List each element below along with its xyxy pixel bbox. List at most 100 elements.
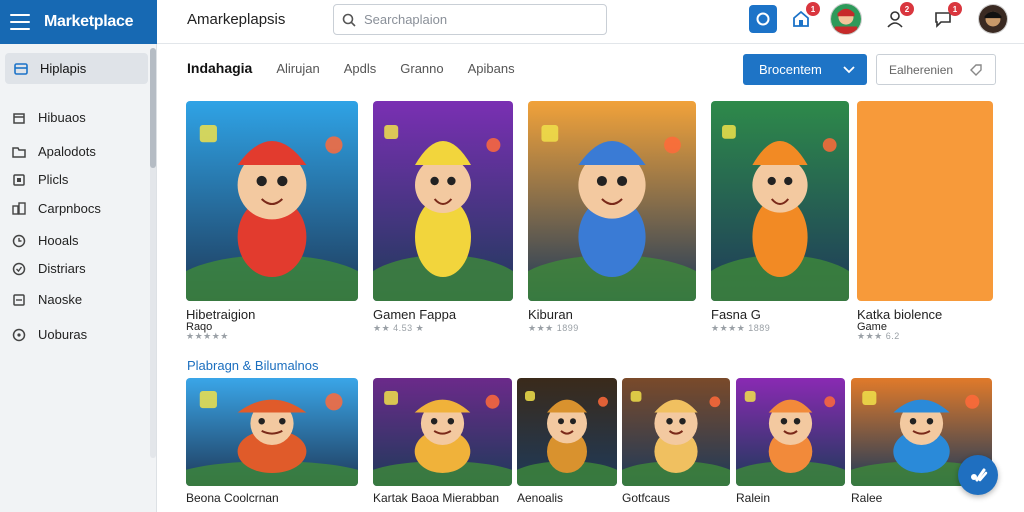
chat-icon[interactable]: 1 [929, 2, 962, 33]
help-icon [971, 468, 988, 482]
tab-5[interactable]: Apibans [468, 61, 515, 76]
tab-4[interactable]: Granno [400, 61, 443, 76]
search-icon [342, 13, 356, 27]
brand-name[interactable]: Marketplace [44, 13, 134, 31]
app-thumbnail[interactable] [711, 101, 849, 301]
app-title: Katka biolence [857, 307, 943, 322]
building-icon [12, 201, 26, 216]
account-avatar[interactable] [978, 4, 1008, 34]
tab-1[interactable]: Indahagia [187, 60, 252, 76]
app-rating: ★★ 4.53 ★ [373, 323, 424, 334]
brand-bar: Marketplace [0, 0, 157, 44]
section-card-title: Gotfcaus [622, 491, 671, 505]
app-rating: ★★★★ 1889 [711, 323, 770, 334]
sidebar-item-label: Hiplapis [40, 61, 87, 76]
check-circle-icon [12, 262, 26, 276]
app-rating: ★★★★★ [186, 331, 229, 342]
app-title: Fasna G [711, 307, 761, 322]
clock-icon [12, 234, 26, 248]
sidebar-item-label: Plicls [38, 172, 69, 187]
sidebar-item-label: Uoburas [38, 327, 88, 342]
rating-stars: ★★★ 6.2 [857, 331, 900, 341]
section-card-title: Aenoalis [517, 491, 564, 505]
section-card-title: Ralein [736, 491, 771, 505]
section-card[interactable]: Kartak Baoa Mierabban [373, 378, 512, 512]
sidebar-item-1[interactable]: Hibuaos [12, 110, 86, 125]
sidebar-item-3[interactable]: Plicls [12, 172, 68, 187]
app-card[interactable]: Fasna G ★★★★ 1889 [711, 101, 849, 346]
sidebar-item-label: Apalodots [38, 144, 96, 159]
section-card[interactable]: Aenoalis [517, 378, 617, 512]
section-title: Plabragn & Bilumalnos [187, 358, 319, 373]
info-icon [12, 328, 26, 342]
tab-bar: Indahagia Alirujan Apdls Granno Apibans [187, 60, 515, 76]
sidebar-item-label: Hibuaos [38, 110, 86, 125]
store-icon [14, 62, 28, 76]
app-thumbnail[interactable] [857, 101, 993, 301]
app-card[interactable]: Hibetraigion Raqo ★★★★★ [186, 101, 358, 346]
app-card[interactable]: Kiburan ★★★ 1899 [528, 101, 696, 346]
sidebar-item-5[interactable]: Hooals [12, 233, 78, 248]
section-card[interactable]: Ralein [736, 378, 845, 512]
sidebar-item-6[interactable]: Distriars [12, 261, 86, 276]
section-thumbnail[interactable] [736, 378, 845, 486]
chat-badge: 1 [948, 2, 962, 16]
tab-2[interactable]: Alirujan [276, 61, 319, 76]
tag-icon [970, 63, 982, 76]
home-icon [12, 111, 26, 125]
sidebar-item-8[interactable]: Uoburas [12, 327, 87, 342]
user-icon[interactable]: 2 [881, 2, 914, 33]
page-heading: Amarkeplapsis [187, 11, 286, 28]
app-thumbnail[interactable] [186, 101, 358, 301]
chevron-down-icon [843, 65, 855, 73]
search-input[interactable] [364, 12, 584, 27]
sidebar-item-2[interactable]: Apalodots [12, 144, 96, 159]
grid-icon[interactable] [749, 5, 777, 33]
section-thumbnail[interactable] [186, 378, 358, 486]
sidebar-item-4[interactable]: Carpnbocs [12, 201, 101, 216]
section-thumbnail[interactable] [517, 378, 617, 486]
rating-stars: ★★★★ 1889 [711, 323, 771, 333]
section-card-title: Beona Coolcrnan [186, 491, 279, 505]
folder-icon [12, 145, 26, 159]
sidebar-scroll-thumb[interactable] [150, 48, 156, 168]
sidebar-item-active[interactable]: Hiplapis [5, 53, 148, 84]
cart-badge: 1 [806, 2, 820, 16]
secondary-button-label: Ealherenien [889, 62, 954, 77]
sidebar-item-label: Naoske [38, 292, 83, 307]
rating-stars: ★★★ 1899 [528, 323, 579, 333]
primary-dropdown-button[interactable]: Brocentem [743, 54, 867, 85]
menu-icon[interactable] [10, 14, 30, 30]
profile-avatar[interactable] [830, 3, 862, 35]
user-badge: 2 [900, 2, 914, 16]
app-title: Gamen Fappa [373, 307, 457, 322]
tab-3[interactable]: Apdls [344, 61, 377, 76]
app-title: Hibetraigion [186, 307, 256, 322]
box-icon [12, 173, 26, 187]
section-card[interactable]: Gotfcaus [622, 378, 730, 512]
help-button[interactable] [958, 455, 998, 495]
app-rating: ★★★ 1899 [528, 323, 579, 334]
app-card[interactable]: Gamen Fappa ★★ 4.53 ★ [373, 101, 513, 346]
cart-icon[interactable]: 1 [787, 2, 820, 33]
secondary-button[interactable]: Ealherenien [876, 54, 996, 85]
app-title: Kiburan [528, 307, 573, 322]
sidebar-item-label: Hooals [38, 233, 79, 248]
section-card-title: Ralee [851, 491, 883, 505]
app-thumbnail[interactable] [528, 101, 696, 301]
section-thumbnail[interactable] [622, 378, 730, 486]
sidebar-item-label: Distriars [38, 261, 86, 276]
tag-icon [12, 293, 26, 307]
section-thumbnail[interactable] [373, 378, 512, 486]
rating-stars: ★★★★★ [186, 331, 229, 341]
section-card-title: Kartak Baoa Mierabban [373, 491, 500, 505]
top-bar: Amarkeplapsis 1 2 1 [157, 0, 1024, 44]
section-card[interactable]: Beona Coolcrnan [186, 378, 358, 512]
sidebar-item-7[interactable]: Naoske [12, 292, 82, 307]
app-thumbnail[interactable] [373, 101, 513, 301]
app-rating: ★★★ 6.2 [857, 331, 900, 342]
search-box[interactable] [333, 4, 607, 35]
sidebar-item-label: Carpnbocs [38, 201, 101, 216]
app-card[interactable]: Katka biolence Game ★★★ 6.2 [857, 101, 993, 346]
primary-button-label: Brocentem [759, 62, 822, 77]
